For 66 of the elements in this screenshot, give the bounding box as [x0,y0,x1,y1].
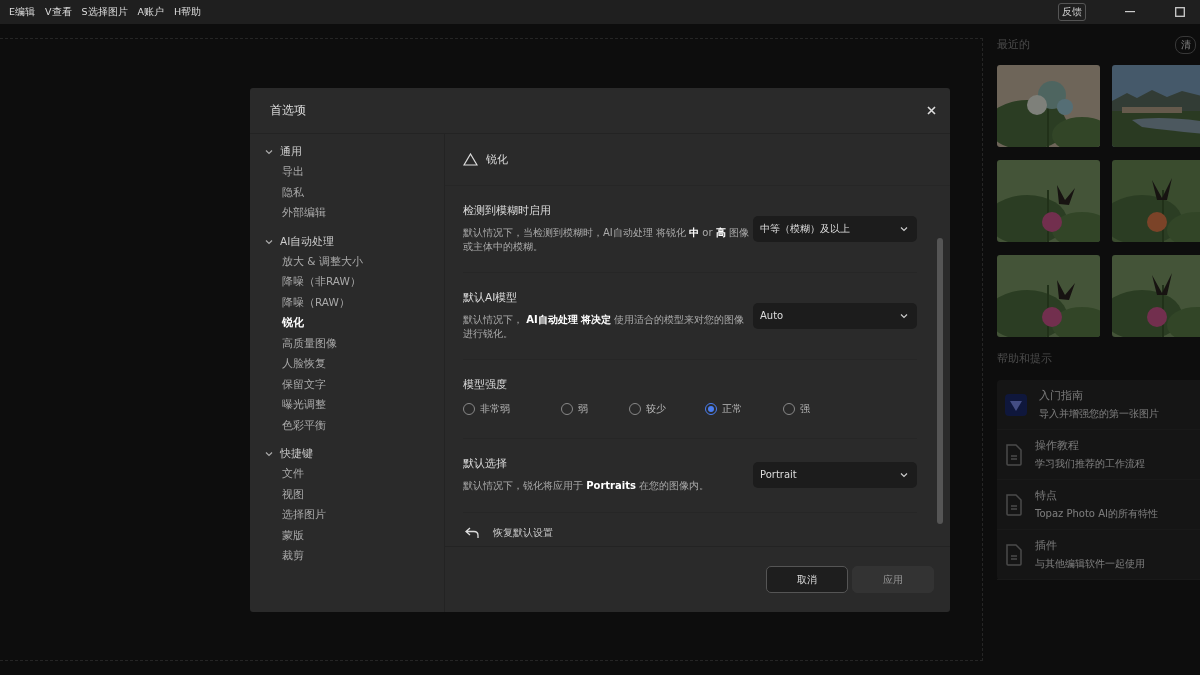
help-item-title: 特点 [1035,488,1058,503]
nav-item[interactable]: 隐私 [264,182,444,203]
reset-defaults-button[interactable]: 恢复默认设置 [463,512,917,540]
section-title: 锐化 [486,152,508,167]
nav-item[interactable]: 文件 [264,464,444,485]
help-item-title: 操作教程 [1035,438,1080,453]
document-icon [1005,493,1023,516]
radio-option[interactable]: 较少 [629,402,687,416]
diamond-logo-icon [1005,393,1027,416]
nav-item[interactable]: 人脸恢复 [264,354,444,375]
nav-item[interactable]: 选择图片 [264,505,444,526]
nav-item[interactable]: 保留文字 [264,374,444,395]
minimize-icon [1125,11,1135,13]
document-icon [1005,543,1023,566]
nav-item[interactable]: 导出 [264,162,444,183]
menu-item[interactable]: H帮助 [174,5,202,19]
nav-item[interactable]: 视图 [264,484,444,505]
menu-item[interactable]: A账户 [137,5,165,19]
dropdown[interactable]: Auto [753,302,917,329]
nav-item[interactable]: 曝光调整 [264,395,444,416]
clear-button[interactable]: 清 [1175,36,1196,54]
help-item[interactable]: 特点 Topaz Photo AI的所有特性 [997,480,1200,530]
setting-description: 默认情况下，锐化将应用于 Portraits 在您的图像内。 [463,479,711,493]
scrollbar[interactable] [937,238,943,524]
chevron-icon [264,147,274,157]
dropdown[interactable]: Portrait [753,461,917,488]
menu-item[interactable]: E编辑 [9,5,35,19]
nav-item[interactable]: 蒙版 [264,525,444,546]
feedback-button[interactable]: 反馈 [1058,3,1086,21]
radio-option[interactable]: 强 [783,402,823,416]
nav-item[interactable]: 色彩平衡 [264,415,444,436]
setting-title: 默认选择 [463,457,508,471]
setting-description: 默认情况下， AI自动处理 将决定 使用适合的模型来对您的图像进行锐化。 [463,313,746,340]
help-item-subtitle: Topaz Photo AI的所有特性 [1035,507,1158,521]
help-item[interactable]: 操作教程 学习我们推荐的工作流程 [997,430,1200,480]
setting-title: 检测到模糊时启用 [463,204,552,218]
setting-title: 默认AI模型 [463,291,519,305]
help-item-subtitle: 学习我们推荐的工作流程 [1035,457,1145,471]
maximize-icon [1175,7,1185,17]
document-icon [1005,443,1023,466]
triangle-icon [463,153,478,166]
nav-group[interactable]: AI自动处理 [264,231,444,252]
nav-group[interactable]: 通用 [264,142,444,162]
nav-item[interactable]: 降噪（非RAW） [264,272,444,293]
nav-item[interactable]: 高质量图像 [264,333,444,354]
nav-item[interactable]: 放大 & 调整大小 [264,251,444,272]
undo-icon [465,527,479,539]
dialog-title: 首选项 [270,103,306,118]
nav-item[interactable]: 裁剪 [264,546,444,567]
cancel-button[interactable]: 取消 [766,566,848,593]
nav-item[interactable]: 外部编辑 [264,203,444,224]
nav-item[interactable]: 锐化 [264,313,444,334]
setting-description: 默认情况下，当检测到模糊时，AI自动处理 将锐化 中 or 高 图像或主体中的模糊。 [463,226,750,253]
dropdown[interactable]: 中等（模糊）及以上 [753,215,917,242]
nav-group[interactable]: 快捷键 [264,444,444,464]
menu-item[interactable]: V查看 [45,5,72,19]
menu-item[interactable]: S选择图片 [81,5,128,19]
chevron-icon [264,449,274,459]
radio-option[interactable]: 非常弱 [463,402,543,416]
radio-option[interactable]: 弱 [561,402,611,416]
close-icon [926,106,936,115]
help-item-title: 入门指南 [1039,388,1084,403]
radio-option[interactable]: 正常 [705,402,765,416]
setting-title: 模型强度 [463,378,508,392]
nav-item[interactable]: 降噪（RAW） [264,292,444,313]
help-item-title: 插件 [1035,538,1058,553]
